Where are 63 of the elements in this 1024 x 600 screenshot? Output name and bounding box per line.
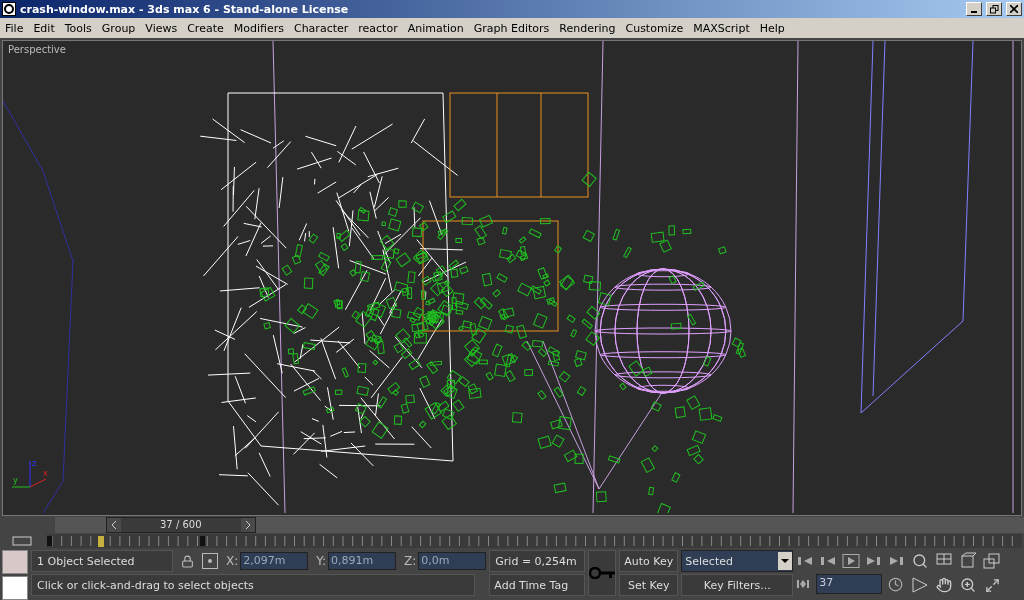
play-icon[interactable]	[842, 554, 861, 568]
maximize-viewport-icon[interactable]	[984, 577, 1000, 593]
menu-item[interactable]: Create	[182, 21, 229, 35]
zoom-extents-icon[interactable]	[959, 552, 978, 570]
previous-frame-button[interactable]	[106, 518, 121, 532]
time-slider-track[interactable]: 37 / 600	[55, 517, 1024, 533]
mini-curve-icon	[12, 536, 32, 546]
menu-item[interactable]: Graph Editors	[468, 21, 555, 35]
previous-frame-icon[interactable]	[819, 554, 838, 568]
menu-item[interactable]: File	[0, 21, 29, 35]
zoom-extents-all-icon[interactable]	[983, 552, 1002, 570]
app-logo-icon	[2, 2, 16, 16]
menu-item[interactable]: Group	[96, 21, 141, 35]
menu-item[interactable]: MAXScript	[688, 21, 755, 35]
menu-item[interactable]: Animation	[402, 21, 469, 35]
key-mode-toggle-icon[interactable]	[796, 578, 811, 590]
chevron-right-icon	[244, 521, 251, 529]
restore-button[interactable]	[986, 2, 1002, 16]
color-swatch[interactable]	[2, 576, 28, 600]
minimize-button[interactable]	[966, 2, 982, 16]
viewport-label[interactable]: Perspective	[8, 44, 66, 55]
lock-icon[interactable]	[181, 554, 194, 568]
menu-item[interactable]: Character	[288, 21, 354, 35]
time-configuration-icon[interactable]	[888, 576, 904, 592]
menu-item[interactable]: Edit	[28, 21, 60, 35]
grid-size: Grid = 0,254m	[489, 550, 586, 572]
key-mode-dropdown[interactable]: Selected	[681, 550, 794, 572]
key-filters-button[interactable]: Key Filters...	[681, 574, 794, 596]
go-to-start-icon[interactable]	[796, 554, 815, 568]
menu-item[interactable]: Modifiers	[228, 21, 289, 35]
add-time-tag-button[interactable]: Add Time Tag	[489, 574, 586, 596]
close-icon	[1010, 5, 1018, 13]
frame-reading: 37 / 600	[159, 518, 203, 532]
chevron-left-icon	[110, 521, 117, 529]
color-swatch[interactable]	[2, 550, 28, 574]
current-frame-field[interactable]: 37	[816, 574, 883, 594]
menu-item[interactable]: Tools	[59, 21, 97, 35]
zoom-icon[interactable]	[912, 553, 929, 569]
menu-item[interactable]: Views	[140, 21, 183, 35]
menu-item[interactable]: Customize	[620, 21, 689, 35]
coordinate-field[interactable]: 2,097m	[240, 552, 309, 570]
coordinate-field[interactable]: 0,891m	[328, 552, 397, 570]
axis-label: Z:	[404, 554, 417, 568]
axis-label: Y:	[316, 554, 327, 568]
perspective-viewport[interactable]: Perspective z y x	[2, 40, 1022, 516]
next-frame-button[interactable]	[240, 518, 255, 532]
pan-icon[interactable]	[936, 577, 953, 593]
selection-status: 1 Object Selected	[31, 550, 173, 572]
menu-item[interactable]: Help	[754, 21, 790, 35]
track-bar-drawing[interactable]	[47, 534, 1022, 548]
auto-key-button[interactable]: Auto Key	[619, 550, 679, 572]
close-button[interactable]	[1006, 2, 1022, 16]
menu-item[interactable]: reactor	[353, 21, 403, 35]
time-slider[interactable]: 37 / 600	[105, 517, 256, 533]
window-title: crash-window.max - 3ds max 6 - Stand-alone License	[20, 2, 350, 16]
menu-item[interactable]: Rendering	[554, 21, 621, 35]
restore-icon	[989, 4, 999, 14]
axis-label: X:	[226, 554, 239, 568]
set-key-toggle[interactable]	[588, 550, 617, 596]
absolute-mode-icon[interactable]	[202, 553, 218, 569]
key-icon	[589, 567, 616, 579]
coordinate-field[interactable]: 0,0m	[418, 552, 487, 570]
set-key-button[interactable]: Set Key	[619, 574, 679, 596]
